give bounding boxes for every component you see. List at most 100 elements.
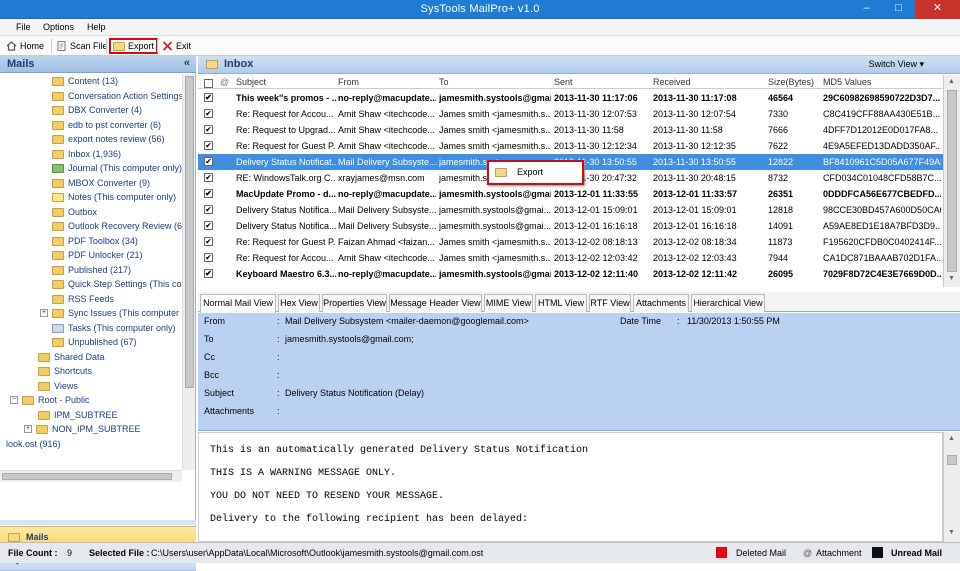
column-from[interactable]: From xyxy=(338,77,359,87)
row-checkbox[interactable]: ✔ xyxy=(204,221,213,230)
message-body-scrollbar[interactable]: ▲ ▼ xyxy=(943,432,960,542)
folder-item[interactable]: Outbox xyxy=(52,205,97,219)
row-checkbox[interactable]: ✔ xyxy=(204,125,213,134)
folder-item[interactable]: Content (13) xyxy=(52,74,118,88)
folder-item[interactable]: Notes (This computer only) xyxy=(52,190,176,204)
scroll-thumb[interactable] xyxy=(947,90,957,272)
folder-item[interactable]: Journal (This computer only) xyxy=(52,161,182,175)
folder-item[interactable]: MBOX Converter (9) xyxy=(52,176,150,190)
attachment-column-icon[interactable]: @ xyxy=(220,77,229,87)
mail-row[interactable]: ✔ Re: Request for Guest P... Faizan Ahmad … xyxy=(198,234,943,250)
folder-item[interactable]: Unpublished (67) xyxy=(52,335,137,349)
tab-hex-view[interactable]: Hex View xyxy=(278,294,320,312)
column-subject[interactable]: Subject xyxy=(236,77,266,87)
scroll-thumb[interactable] xyxy=(947,455,957,465)
menu-options[interactable]: Options xyxy=(43,22,74,32)
folder-item[interactable]: look.ost (916) xyxy=(6,437,61,451)
tab-properties-view[interactable]: Properties View xyxy=(322,294,387,312)
mail-row[interactable]: ✔ Delivery Status Notifica... Mail Deliver… xyxy=(198,218,943,234)
mail-row[interactable]: ✔ Re: Request for Guest P... Amit Shaw <it… xyxy=(198,138,943,154)
tab-message-header-view[interactable]: Message Header View xyxy=(389,294,482,312)
folder-icon xyxy=(52,221,64,231)
folder-item[interactable]: + NON_IPM_SUBTREE xyxy=(24,422,141,436)
collapse-icon[interactable]: − xyxy=(10,396,18,404)
scroll-up-icon[interactable]: ▲ xyxy=(948,78,955,85)
expand-icon[interactable]: + xyxy=(24,425,32,433)
folder-icon xyxy=(52,76,64,86)
folder-item[interactable]: Quick Step Settings (This com xyxy=(52,277,182,291)
folder-item[interactable]: Views xyxy=(38,379,78,393)
tab-hierarchical-view[interactable]: Hierarchical View xyxy=(691,294,765,312)
export-button[interactable]: Export xyxy=(109,38,159,54)
scan-file-button[interactable]: Scan File xyxy=(54,38,110,54)
column-sent[interactable]: Sent xyxy=(554,77,573,87)
tab-attachments[interactable]: Attachments xyxy=(633,294,689,312)
folder-item[interactable]: + Sync Issues (This computer o xyxy=(40,306,182,320)
mail-row[interactable]: ✔ Keyboard Maestro 6.3.... no-reply@macupd… xyxy=(198,266,943,282)
row-checkbox[interactable]: ✔ xyxy=(204,173,213,182)
row-checkbox[interactable]: ✔ xyxy=(204,109,213,118)
folder-item[interactable]: − Root - Public xyxy=(10,393,90,407)
folder-item[interactable]: DBX Converter (4) xyxy=(52,103,142,117)
mail-row[interactable]: ✔ Re: Request to Upgrad... Amit Shaw <itec… xyxy=(198,122,943,138)
folder-tree-hscrollbar[interactable] xyxy=(0,470,182,482)
row-checkbox[interactable]: ✔ xyxy=(204,141,213,150)
column-md5[interactable]: MD5 Values xyxy=(823,77,871,87)
home-button[interactable]: Home xyxy=(4,38,46,54)
folder-item[interactable]: Published (217) xyxy=(52,263,131,277)
folder-item[interactable]: RSS Feeds xyxy=(52,292,114,306)
collapse-pane-icon[interactable]: « xyxy=(184,57,190,69)
scroll-up-icon[interactable]: ▲ xyxy=(948,435,955,442)
mail-row[interactable]: ✔ Re: Request for Accou... Amit Shaw <itec… xyxy=(198,250,943,266)
switch-view-button[interactable]: Switch View ▾ xyxy=(869,59,924,70)
column-received[interactable]: Received xyxy=(653,77,691,87)
scroll-down-icon[interactable]: ▼ xyxy=(948,529,955,536)
folder-tree-scrollbar[interactable] xyxy=(182,74,195,470)
date-colon: : xyxy=(677,316,680,326)
expand-icon[interactable]: + xyxy=(40,309,48,317)
menu-help[interactable]: Help xyxy=(87,22,106,32)
folder-item[interactable]: edb to pst converter (6) xyxy=(52,118,161,132)
mail-row[interactable]: ✔ MacUpdate Promo - d... no-reply@macupdat… xyxy=(198,186,943,202)
tab-normal-mail-view[interactable]: Normal Mail View xyxy=(200,294,276,313)
tab-rtf-view[interactable]: RTF View xyxy=(589,294,631,312)
folder-item[interactable]: IPM_SUBTREE xyxy=(38,408,118,422)
folder-icon xyxy=(52,265,64,275)
folder-item-inbox[interactable]: Inbox (1,936) xyxy=(52,147,121,161)
folder-item[interactable]: Shared Data xyxy=(38,350,105,364)
column-to[interactable]: To xyxy=(439,77,449,87)
mail-row[interactable]: ✔ Re: Request for Accou... Amit Shaw <itec… xyxy=(198,106,943,122)
row-checkbox[interactable]: ✔ xyxy=(204,253,213,262)
column-size[interactable]: Size(Bytes) xyxy=(768,77,814,87)
close-button[interactable]: ✕ xyxy=(915,0,960,19)
exit-button[interactable]: Exit xyxy=(160,38,193,54)
row-checkbox[interactable]: ✔ xyxy=(204,269,213,278)
tab-mime-view[interactable]: MIME View xyxy=(484,294,533,312)
row-checkbox[interactable]: ✔ xyxy=(204,157,213,166)
folder-icon xyxy=(52,250,64,260)
mail-row[interactable]: ✔ Delivery Status Notifica... Mail Deliver… xyxy=(198,202,943,218)
mail-row[interactable]: ✔ This week''s promos - ... no-reply@macup… xyxy=(198,90,943,106)
row-checkbox[interactable]: ✔ xyxy=(204,93,213,102)
row-checkbox[interactable]: ✔ xyxy=(204,237,213,246)
folder-item[interactable]: PDF Unlocker (21) xyxy=(52,248,143,262)
scroll-down-icon[interactable]: ▼ xyxy=(948,275,955,282)
folder-item[interactable]: Outlook Recovery Review (62 xyxy=(52,219,182,233)
maximize-button[interactable]: □ xyxy=(883,0,914,19)
folder-item[interactable]: export notes review (56) xyxy=(52,132,165,146)
scroll-thumb[interactable] xyxy=(185,76,194,388)
scroll-thumb[interactable] xyxy=(2,473,172,480)
row-checkbox[interactable]: ✔ xyxy=(204,205,213,214)
row-checkbox[interactable]: ✔ xyxy=(204,189,213,198)
mail-list-scrollbar[interactable]: ▲ ▼ xyxy=(943,75,960,287)
folder-item[interactable]: Tasks (This computer only) xyxy=(52,321,176,335)
minimize-button[interactable]: – xyxy=(851,0,882,19)
context-menu-export[interactable]: Export xyxy=(495,167,543,177)
tab-html-view[interactable]: HTML View xyxy=(535,294,587,312)
folder-item[interactable]: PDF Toolbox (34) xyxy=(52,234,138,248)
from-colon: : xyxy=(277,316,280,326)
menu-file[interactable]: File xyxy=(16,22,31,32)
pane-splitter[interactable] xyxy=(0,520,196,525)
folder-item[interactable]: Conversation Action Settings xyxy=(52,89,182,103)
folder-item[interactable]: Shortcuts xyxy=(38,364,92,378)
